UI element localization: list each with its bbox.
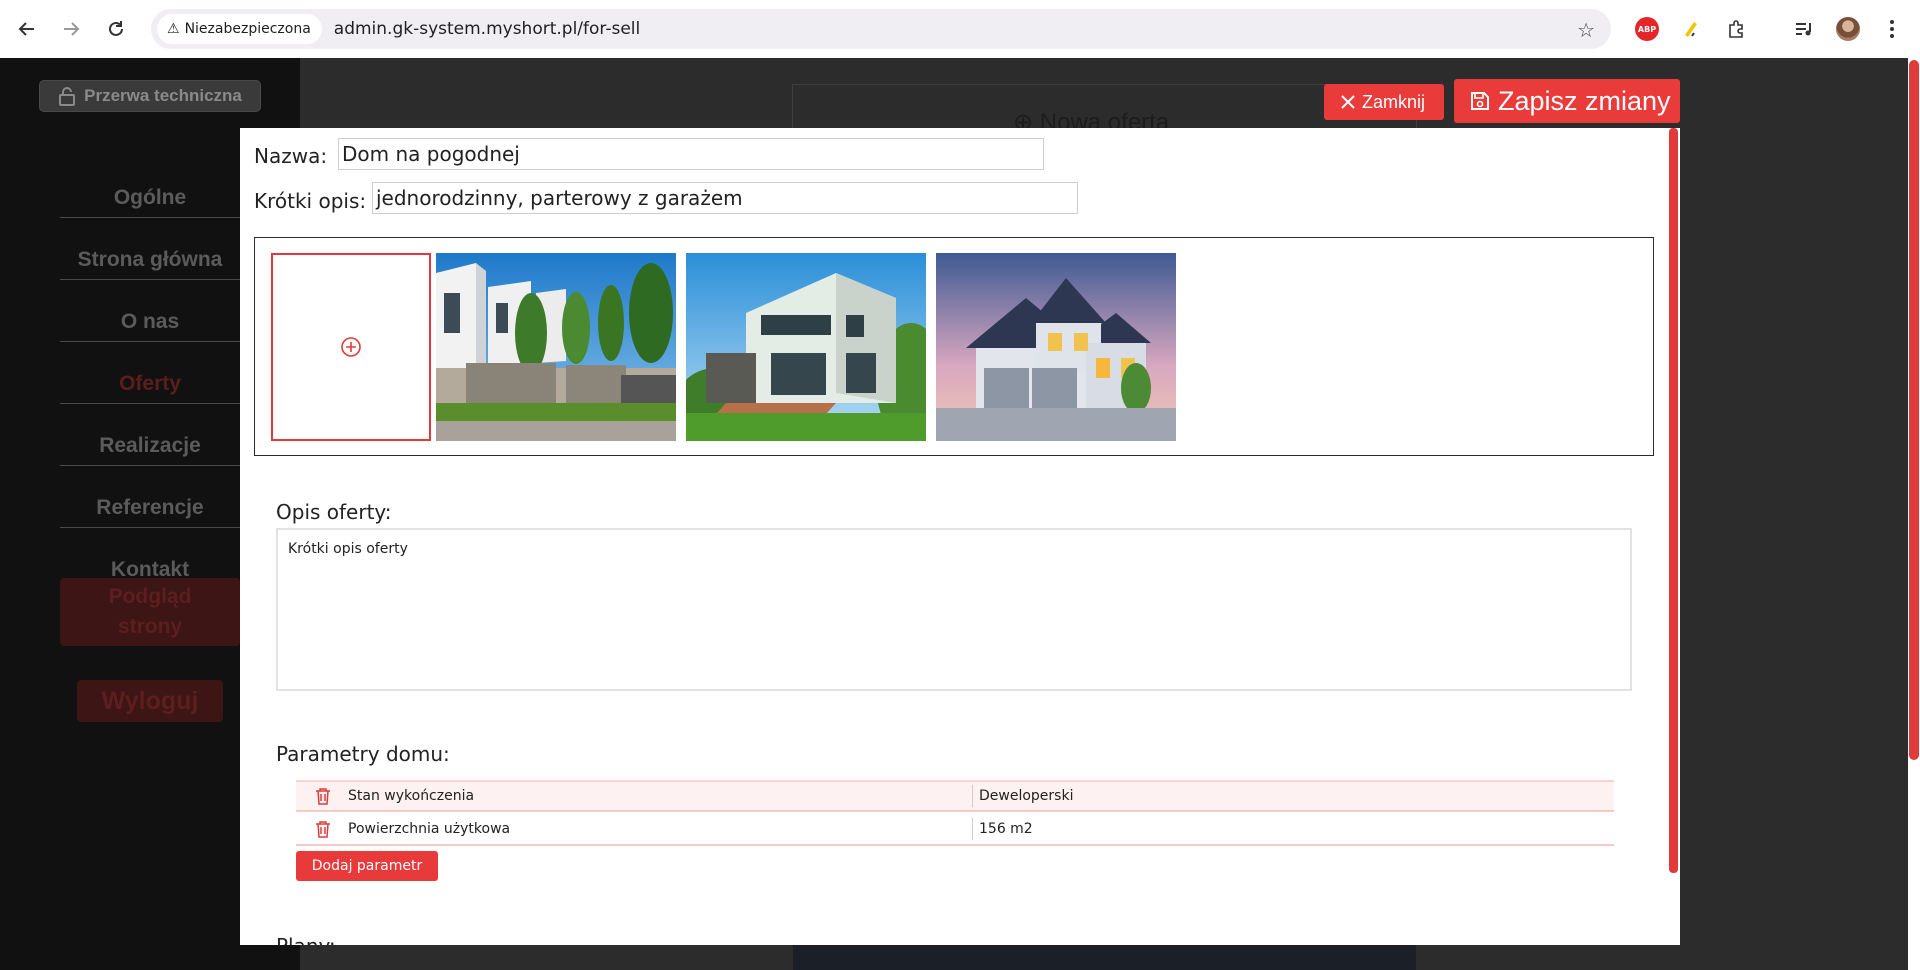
params-label: Parametry domu: xyxy=(276,742,450,766)
preview-site-button[interactable]: Podgląd strony xyxy=(60,578,240,646)
security-chip[interactable]: ⚠ Niezabezpieczona xyxy=(157,14,322,44)
media-controls-icon[interactable] xyxy=(1792,17,1816,41)
add-param-button[interactable]: Dodaj parametr xyxy=(296,851,438,881)
url-text[interactable]: admin.gk-system.myshort.pl/for-sell xyxy=(334,19,640,39)
description-textarea[interactable]: Krótki opis oferty xyxy=(276,528,1632,691)
modal-scrollbar-thumb[interactable] xyxy=(1669,128,1678,873)
param-name[interactable]: Stan wykończenia xyxy=(348,788,972,804)
plans-label: Plany: xyxy=(276,934,336,945)
param-row: Stan wykończenia Deweloperski xyxy=(296,780,1614,812)
name-label: Nazwa: xyxy=(254,144,328,168)
save-changes-button[interactable]: Zapisz zmiany xyxy=(1454,79,1680,123)
sidebar-item-offers[interactable]: Oferty xyxy=(60,364,240,404)
short-desc-input[interactable]: jednorodzinny, parterowy z garażem xyxy=(372,182,1078,214)
save-label: Zapisz zmiany xyxy=(1498,85,1671,116)
plus-circle-icon xyxy=(341,337,361,357)
photo-thumbnail[interactable] xyxy=(686,253,926,441)
trash-icon[interactable] xyxy=(314,787,336,805)
sidebar-item-home[interactable]: Strona główna xyxy=(60,240,240,280)
adblock-extension-icon[interactable]: ABP xyxy=(1635,17,1659,41)
param-value[interactable]: 156 m2 xyxy=(979,821,1033,837)
photo-thumbnail[interactable] xyxy=(436,253,676,441)
forward-icon[interactable] xyxy=(58,16,84,42)
security-label: Niezabezpieczona xyxy=(184,21,311,37)
browser-toolbar: ⚠ Niezabezpieczona admin.gk-system.mysho… xyxy=(0,0,1920,58)
page-scrollbar-thumb[interactable] xyxy=(1909,60,1919,760)
maintenance-toggle[interactable]: Przerwa techniczna xyxy=(39,80,261,112)
logout-button[interactable]: Wyloguj xyxy=(77,680,223,722)
sidebar-item-about[interactable]: O nas xyxy=(60,302,240,342)
param-row: Powierzchnia użytkowa 156 m2 xyxy=(296,814,1614,846)
param-value[interactable]: Deweloperski xyxy=(979,788,1073,804)
offer-edit-modal: Nazwa: Dom na pogodnej Krótki opis: jedn… xyxy=(240,128,1680,945)
add-photo-button[interactable] xyxy=(271,253,431,441)
param-name[interactable]: Powierzchnia użytkowa xyxy=(348,821,972,837)
preview-label-line1: Podgląd xyxy=(108,585,192,608)
sidebar-item-general[interactable]: Ogólne xyxy=(60,178,240,218)
short-desc-label: Krótki opis: xyxy=(254,189,367,213)
name-input[interactable]: Dom na pogodnej xyxy=(338,138,1044,170)
address-bar[interactable]: ⚠ Niezabezpieczona admin.gk-system.mysho… xyxy=(151,9,1611,49)
warning-icon: ⚠ xyxy=(167,21,180,37)
sidebar-item-references[interactable]: Referencje xyxy=(60,488,240,528)
trash-icon[interactable] xyxy=(314,820,336,838)
back-icon[interactable] xyxy=(14,16,40,42)
photo-gallery xyxy=(254,237,1654,456)
kebab-menu-icon[interactable] xyxy=(1880,17,1904,41)
close-button[interactable]: Zamknij xyxy=(1324,84,1444,120)
maintenance-label: Przerwa techniczna xyxy=(84,86,242,105)
photo-thumbnail[interactable] xyxy=(936,253,1176,441)
description-label: Opis oferty: xyxy=(276,500,392,524)
param-divider xyxy=(972,818,973,840)
close-icon xyxy=(1341,95,1355,109)
profile-avatar[interactable] xyxy=(1836,17,1860,41)
save-disk-icon xyxy=(1471,92,1489,110)
notes-extension-icon[interactable] xyxy=(1679,17,1703,41)
background-offer-image xyxy=(793,944,1416,970)
param-divider xyxy=(972,785,973,807)
bookmark-star-icon[interactable]: ☆ xyxy=(1577,18,1595,42)
reload-icon[interactable] xyxy=(103,16,129,42)
extensions-puzzle-icon[interactable] xyxy=(1724,17,1748,41)
sidebar-item-projects[interactable]: Realizacje xyxy=(60,426,240,466)
preview-label-line2: strony xyxy=(117,615,183,638)
unlock-icon xyxy=(59,87,76,106)
close-label: Zamknij xyxy=(1362,91,1426,112)
